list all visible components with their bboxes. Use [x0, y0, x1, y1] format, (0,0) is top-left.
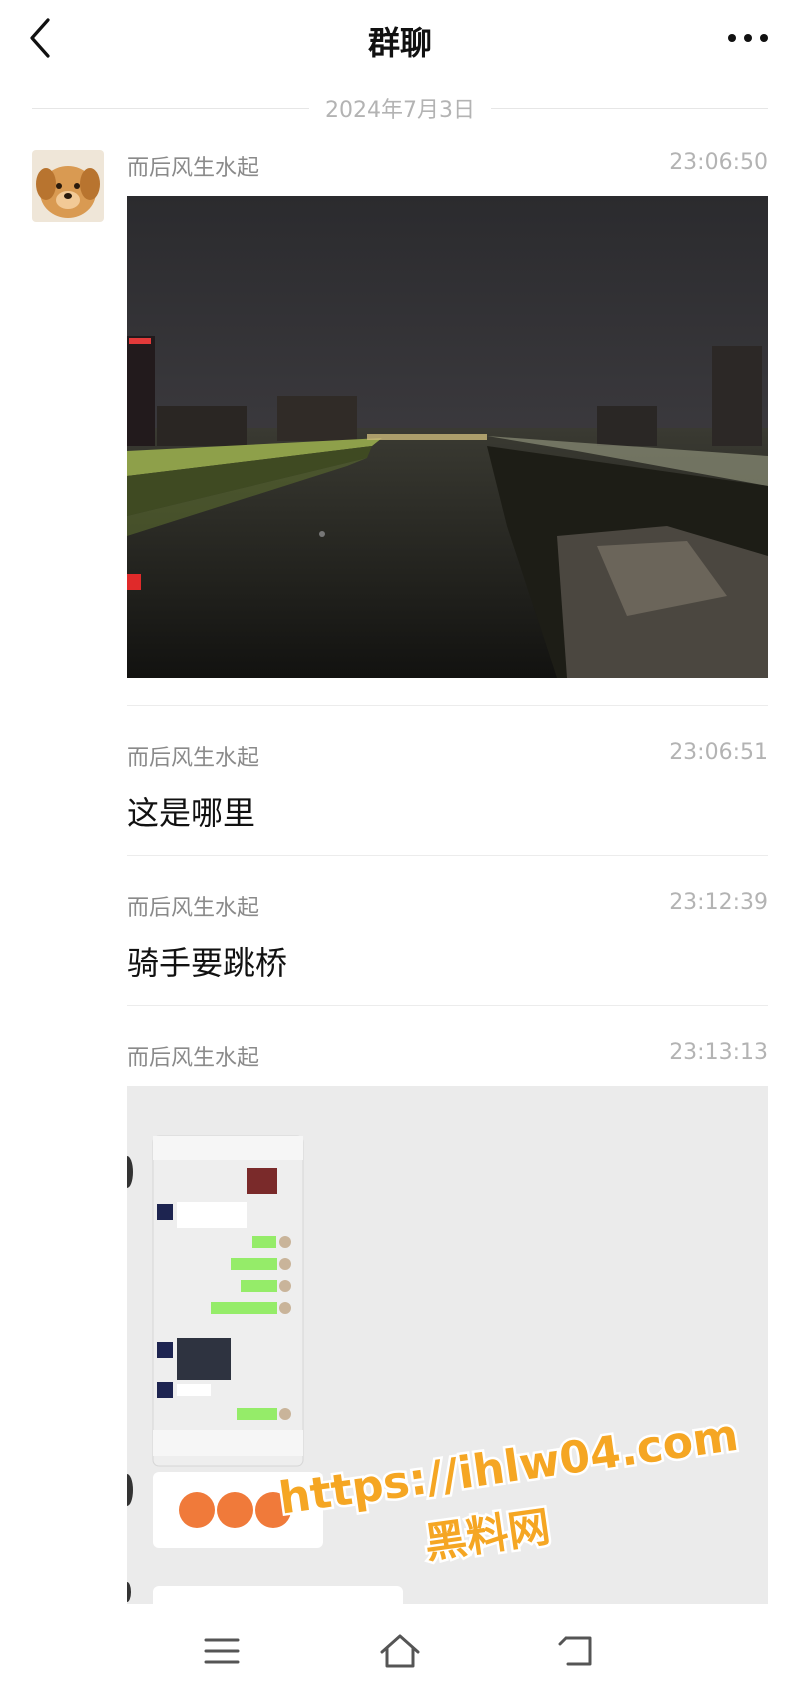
- page-title: 群聊: [367, 24, 432, 62]
- message-time: 23:06:50: [669, 150, 768, 175]
- message-text: 骑手要跳桥: [127, 944, 288, 982]
- message-time: 23:06:51: [669, 740, 768, 765]
- system-nav-bar: [0, 1604, 800, 1698]
- message-divider: [127, 705, 768, 706]
- night-river-photo: [127, 196, 768, 678]
- more-button[interactable]: [718, 20, 778, 56]
- top-bar: 群聊: [0, 0, 800, 80]
- menu-icon: [204, 1638, 240, 1664]
- watermark-graphic: https://ihlw04.com 黑料网: [273, 1407, 744, 1570]
- watermark-name: 黑料网: [422, 1502, 554, 1568]
- message-item: 而后风生水起 23:06:50: [127, 150, 768, 680]
- sender-name: 而后风生水起: [127, 1046, 260, 1071]
- message-divider: [127, 855, 768, 856]
- message-text: 这是哪里: [127, 794, 256, 832]
- sender-name: 而后风生水起: [127, 746, 260, 771]
- sender-name: 而后风生水起: [127, 896, 260, 921]
- photo-message[interactable]: [127, 196, 768, 678]
- message-time: 23:12:39: [669, 890, 768, 915]
- home-icon: [380, 1634, 420, 1668]
- sender-name: 而后风生水起: [127, 156, 260, 181]
- message-item: 而后风生水起 23:12:39 骑手要跳桥: [127, 890, 768, 982]
- dog-avatar-image: [32, 150, 104, 222]
- menu-button[interactable]: [192, 1626, 252, 1676]
- home-button[interactable]: [370, 1626, 430, 1676]
- date-separator: 2024年7月3日: [32, 90, 768, 126]
- date-label: 2024年7月3日: [309, 98, 491, 123]
- watermark: https://ihlw04.com 黑料网: [268, 1407, 748, 1570]
- more-dots-icon: [728, 34, 768, 42]
- back-icon: [558, 1636, 592, 1666]
- avatar[interactable]: [32, 150, 104, 222]
- message-item: 而后风生水起 23:06:51 这是哪里: [127, 740, 768, 832]
- message-divider: [127, 1005, 768, 1006]
- back-nav-button[interactable]: [548, 1626, 608, 1676]
- message-time: 23:13:13: [669, 1040, 768, 1065]
